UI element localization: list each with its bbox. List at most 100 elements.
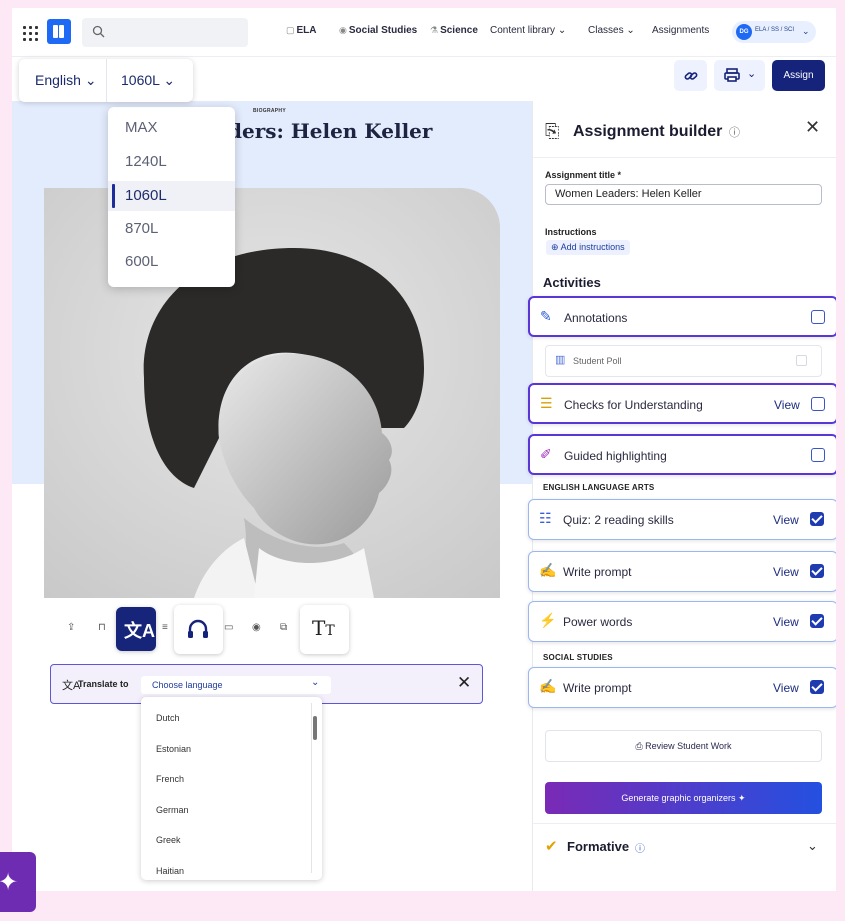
print-button[interactable]: ⌄ — [714, 60, 765, 91]
review-icon: ⎙ — [635, 741, 643, 751]
text-align-icon[interactable]: ≡ — [162, 622, 168, 633]
language-option[interactable]: Haitian — [156, 866, 184, 876]
activity-write-prompt-ss[interactable]: ✍ Write prompt View — [528, 667, 836, 708]
reading-level-menu: MAX 1240L 1060L 870L 600L — [108, 107, 235, 287]
avatar: DG — [736, 24, 752, 40]
close-icon[interactable]: ✕ — [457, 673, 471, 693]
nav-content-library[interactable]: Content library ⌄ — [490, 25, 566, 36]
reader-controls-bar: English ⌄ 1060L ⌄ — [19, 59, 193, 102]
activity-guided-highlighting[interactable]: ✐ Guided highlighting — [528, 434, 836, 475]
share-icon[interactable]: ⇪ — [67, 622, 75, 633]
article-title: ders: Helen Keller — [228, 119, 433, 143]
chevron-down-icon: ⌄ — [311, 677, 320, 688]
nav-social-studies[interactable]: ◉ Social Studies — [339, 25, 417, 36]
write-prompt-ss-checkbox[interactable] — [810, 680, 824, 694]
translate-button[interactable]: 文A — [116, 607, 156, 651]
instructions-label: Instructions — [545, 227, 597, 237]
view-link[interactable]: View — [773, 565, 799, 579]
assignment-builder-panel: ⎘ Assignment builder ⓘ ✕ Assignment titl… — [528, 101, 836, 891]
activity-write-prompt-ela[interactable]: ✍ Write prompt View — [528, 551, 836, 592]
language-option[interactable]: Estonian — [156, 744, 191, 754]
power-words-checkbox[interactable] — [810, 614, 824, 628]
scrollbar-track — [311, 703, 312, 873]
level-option-1060l[interactable]: 1060L — [108, 181, 235, 211]
sparkle-icon: ✦ — [0, 869, 19, 896]
formative-section[interactable]: ✔ Formative ⓘ ⌄ — [533, 823, 836, 875]
close-icon[interactable]: ✕ — [805, 117, 820, 138]
listen-button[interactable] — [174, 605, 223, 654]
view-link[interactable]: View — [773, 681, 799, 695]
quiz-checkbox[interactable] — [810, 512, 824, 526]
plus-circle-icon: ⊕ — [551, 242, 559, 252]
notes-icon[interactable]: ▭ — [224, 622, 233, 633]
activity-power-words[interactable]: ⚡ Power words View — [528, 601, 836, 642]
activity-quiz[interactable]: ☷ Quiz: 2 reading skills View — [528, 499, 836, 540]
reading-level-select[interactable]: 1060L ⌄ — [121, 72, 175, 89]
language-select[interactable]: English ⌄ — [35, 72, 97, 89]
level-option-1240l[interactable]: 1240L — [108, 147, 235, 177]
science-icon: ⚗ — [430, 25, 439, 35]
view-link[interactable]: View — [774, 398, 800, 412]
assign-button[interactable]: Assign — [772, 60, 825, 91]
language-option[interactable]: German — [156, 805, 189, 815]
translate-icon: 文A — [124, 621, 155, 641]
annotations-checkbox[interactable] — [811, 310, 825, 324]
student-poll-checkbox[interactable] — [796, 355, 807, 366]
bar-chart-icon: ▥ — [555, 354, 566, 366]
help-icon[interactable]: ⓘ — [729, 124, 740, 140]
divider — [533, 157, 836, 158]
write-prompt-checkbox[interactable] — [810, 564, 824, 578]
help-icon[interactable]: ⓘ — [635, 840, 645, 855]
guided-highlighting-checkbox[interactable] — [811, 448, 825, 462]
nav-classes[interactable]: Classes ⌄ — [588, 25, 635, 36]
language-option[interactable]: Dutch — [156, 713, 180, 723]
activity-annotations[interactable]: ✎ Annotations — [528, 296, 836, 337]
activity-checks-for-understanding[interactable]: ☰ Checks for Understanding View — [528, 383, 836, 424]
app-window: ▢ ELA ◉ Social Studies ⚗ Science Content li… — [12, 8, 836, 891]
text-size-icon: TT — [312, 616, 335, 640]
level-option-600l[interactable]: 600L — [108, 247, 235, 277]
assignment-title-field[interactable]: Women Leaders: Helen Keller — [545, 184, 822, 205]
ela-icon: ▢ — [286, 25, 295, 35]
nav-ela[interactable]: ▢ ELA — [286, 25, 317, 36]
language-dropdown-list: Dutch Estonian French German Greek Haiti… — [141, 697, 322, 880]
view-link[interactable]: View — [773, 615, 799, 629]
language-option[interactable]: Greek — [156, 835, 181, 845]
activity-student-poll[interactable]: ▥ Student Poll — [545, 345, 822, 377]
checks-checkbox[interactable] — [811, 397, 825, 411]
text-size-button[interactable]: TT — [300, 605, 349, 654]
social-studies-icon: ◉ — [339, 25, 347, 35]
ai-assistant-button[interactable]: ✦ — [0, 852, 36, 912]
chevron-down-icon: ⌄ — [747, 68, 757, 80]
top-navigation-bar: ▢ ELA ◉ Social Studies ⚗ Science Content li… — [12, 8, 836, 57]
scrollbar-thumb[interactable] — [313, 716, 317, 740]
view-link[interactable]: View — [773, 513, 799, 527]
nav-assignments[interactable]: Assignments — [652, 25, 709, 36]
nav-science[interactable]: ⚗ Science — [430, 25, 478, 36]
pen-icon: ✍ — [539, 678, 557, 694]
generate-graphic-organizers-button[interactable]: Generate graphic organizers ✦ — [545, 782, 822, 814]
link-icon — [684, 72, 698, 80]
copy-link-button[interactable] — [674, 60, 707, 91]
check-badge-icon: ✔ — [545, 838, 558, 855]
copy-icon[interactable]: ⧉ — [280, 622, 287, 633]
user-menu[interactable]: DG ELA / SS / SCI ⌄ — [732, 21, 816, 43]
translate-label: Translate to — [78, 679, 129, 689]
choose-language-select[interactable]: Choose language ⌄ — [141, 676, 331, 694]
bookmark-icon[interactable]: ⊓ — [98, 622, 106, 633]
level-option-max[interactable]: MAX — [108, 113, 235, 143]
level-option-870l[interactable]: 870L — [108, 214, 235, 244]
review-student-work-button[interactable]: ⎙ Review Student Work — [545, 730, 822, 762]
chevron-down-icon[interactable]: ⌄ — [807, 838, 818, 854]
sparkle-icon: ✦ — [738, 793, 746, 803]
add-instructions-button[interactable]: ⊕ Add instructions — [546, 240, 630, 255]
panel-title: Assignment builder — [573, 123, 723, 140]
language-option[interactable]: French — [156, 774, 184, 784]
apps-grid-icon[interactable] — [20, 22, 42, 44]
visibility-icon[interactable]: ◉ — [252, 622, 261, 633]
search-input[interactable] — [82, 18, 248, 47]
list-icon: ☷ — [539, 510, 552, 526]
assignment-title-label: Assignment title * — [545, 170, 622, 180]
newsela-logo[interactable] — [47, 19, 71, 44]
highlighter-icon: ✐ — [540, 446, 552, 462]
